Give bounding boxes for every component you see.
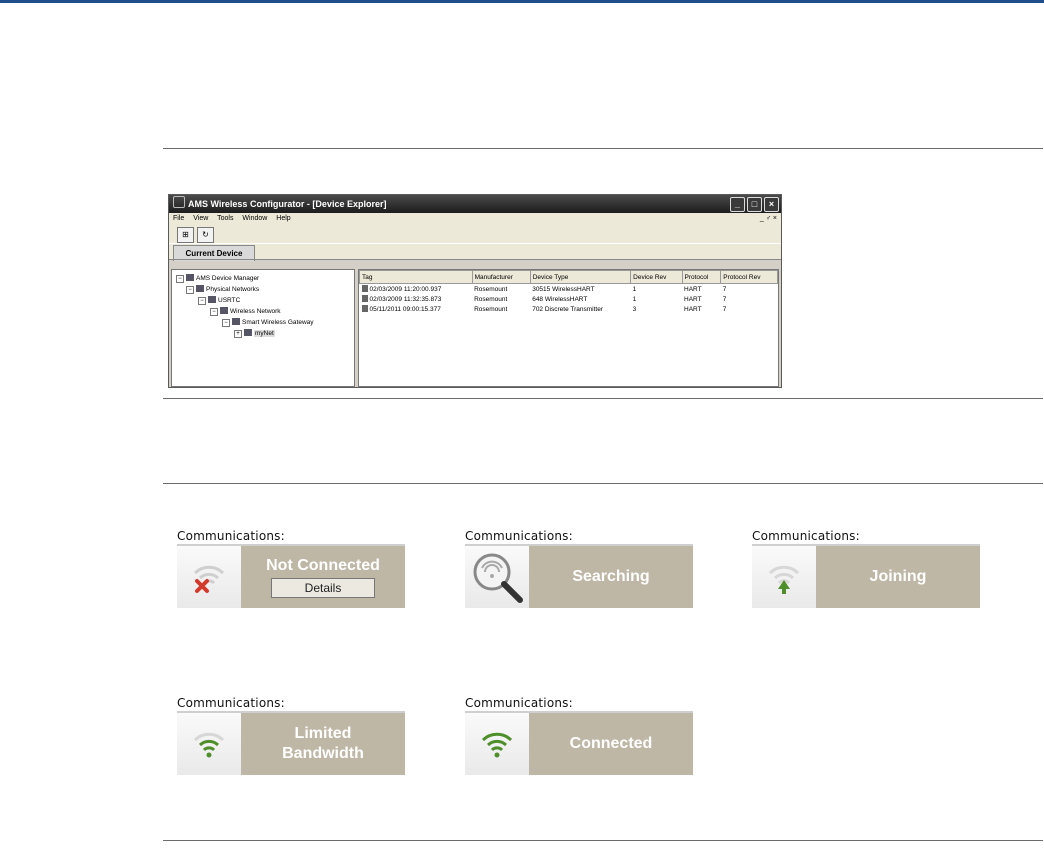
menubar: File View Tools Window Help _ ♂ × <box>169 213 781 225</box>
status-text: Not Connected <box>266 557 380 574</box>
ams-icon <box>186 274 194 281</box>
communications-label: Communications: <box>465 529 573 543</box>
table-row[interactable]: 02/03/2009 11:20:00.937 Rosemount 30515 … <box>360 284 778 295</box>
communications-label: Communications: <box>465 696 573 710</box>
tree-node[interactable]: − USRTC <box>174 295 352 306</box>
wifi-error-icon <box>177 546 241 608</box>
gateway-icon <box>232 318 240 325</box>
menu-window[interactable]: Window <box>242 215 267 222</box>
tree-node[interactable]: − Wireless Network <box>174 306 352 317</box>
mesh-network-icon <box>244 329 252 336</box>
ams-window: AMS Wireless Configurator - [Device Expl… <box>168 194 782 388</box>
menu-help[interactable]: Help <box>276 215 290 222</box>
communications-label: Communications: <box>177 696 285 710</box>
collapse-icon[interactable]: − <box>210 308 218 316</box>
divider <box>163 148 1043 149</box>
comm-panel-connected: Communications: Connected <box>465 695 693 775</box>
column-protocol-rev[interactable]: Protocol Rev <box>720 270 778 284</box>
table-row[interactable]: 05/11/2011 09:00:15.377 Rosemount 702 Di… <box>360 304 778 314</box>
details-button[interactable]: Details <box>271 578 375 598</box>
status-text: Searching <box>529 546 693 608</box>
column-device-rev[interactable]: Device Rev <box>630 270 683 284</box>
refresh-tool-icon[interactable]: ↻ <box>197 227 214 243</box>
app-icon <box>173 196 185 208</box>
wifi-limited-icon <box>177 713 241 775</box>
minimize-button[interactable]: _ <box>730 197 745 212</box>
column-tag[interactable]: Tag <box>359 270 473 284</box>
close-button[interactable]: × <box>764 197 779 212</box>
communications-label: Communications: <box>177 529 285 543</box>
comm-panel-joining: Communications: Joining <box>752 528 980 608</box>
comm-panel-limited-bandwidth: Communications: Limited Bandwidth <box>177 695 405 775</box>
divider <box>163 398 1043 399</box>
collapse-icon[interactable]: − <box>186 286 194 294</box>
communications-label: Communications: <box>752 529 860 543</box>
device-icon <box>361 295 368 302</box>
maximize-button[interactable]: □ <box>747 197 762 212</box>
collapse-icon[interactable]: − <box>176 275 184 283</box>
column-protocol[interactable]: Protocol <box>681 270 722 284</box>
magnifier-icon <box>465 546 529 608</box>
network-icon <box>196 285 204 292</box>
status-text: Connected <box>529 713 693 775</box>
tabstrip: Current Device <box>169 243 781 261</box>
header-rule <box>0 0 1044 3</box>
column-device-type[interactable]: Device Type <box>529 270 632 284</box>
menu-tools[interactable]: Tools <box>217 215 233 222</box>
status-line-2: Bandwidth <box>282 745 364 762</box>
table-row[interactable]: 02/03/2009 11:32:35.873 Rosemount 648 Wi… <box>360 294 778 304</box>
divider <box>163 840 1043 841</box>
status-text: Joining <box>816 546 980 608</box>
tree-node[interactable]: + myNet <box>174 328 352 339</box>
device-icon <box>361 305 368 312</box>
device-tool-icon[interactable]: ⊞ <box>177 227 194 243</box>
expand-icon[interactable]: + <box>234 330 242 338</box>
menu-view[interactable]: View <box>193 215 208 222</box>
status-line-1: Limited <box>294 725 352 742</box>
window-title: AMS Wireless Configurator - [Device Expl… <box>188 199 387 209</box>
toolbar: ⊞ ↻ <box>169 225 781 243</box>
wifi-connected-icon <box>465 713 529 775</box>
menu-file[interactable]: File <box>173 215 184 222</box>
column-manufacturer[interactable]: Manufacturer <box>471 270 531 284</box>
collapse-icon[interactable]: − <box>198 297 206 305</box>
wireless-network-icon <box>220 307 228 314</box>
wifi-joining-icon <box>752 546 816 608</box>
device-icon <box>361 285 368 292</box>
tree-node[interactable]: − Smart Wireless Gateway <box>174 317 352 328</box>
tree-node[interactable]: − Physical Networks <box>174 284 352 295</box>
comm-panel-not-connected: Communications: Not Connected Details <box>177 528 405 608</box>
mdi-controls[interactable]: _ ♂ × <box>760 213 777 225</box>
tree-node[interactable]: − AMS Device Manager <box>174 273 352 284</box>
computer-icon <box>208 296 216 303</box>
divider <box>163 483 1043 484</box>
collapse-icon[interactable]: − <box>222 319 230 327</box>
device-tree: − AMS Device Manager − Physical Networks −… <box>171 269 355 387</box>
window-titlebar: AMS Wireless Configurator - [Device Expl… <box>169 195 781 213</box>
device-list: Tag Manufacturer Device Type Device Rev … <box>358 269 779 387</box>
comm-panel-searching: Communications: Searching <box>465 528 693 608</box>
